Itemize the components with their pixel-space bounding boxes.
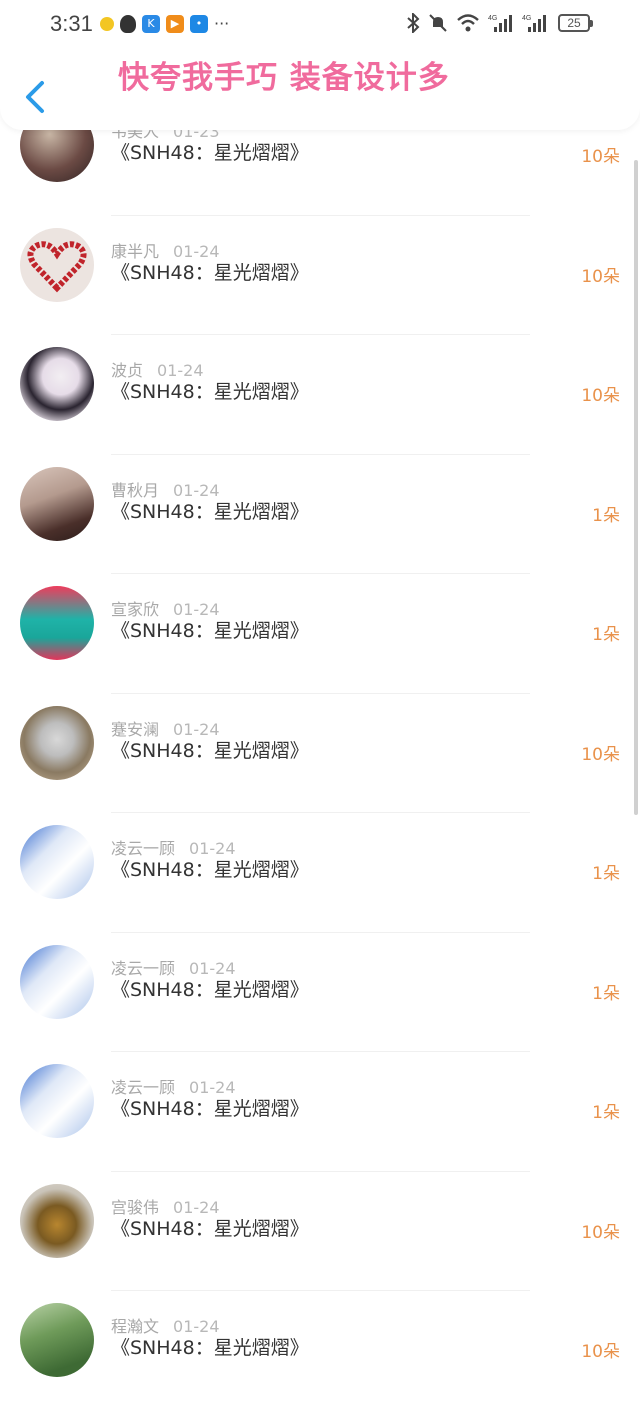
heart-icon — [27, 240, 87, 292]
avatar[interactable] — [20, 1064, 94, 1138]
status-bar: 3:31 K ▶ • ··· 4G 4G 25 — [0, 0, 640, 50]
gift-count: 1朵 — [592, 1103, 620, 1123]
book-title: 《SNH48：星光熠熠》 — [111, 978, 309, 1001]
mute-icon — [429, 14, 447, 32]
avatar[interactable] — [20, 586, 94, 660]
book-title: 《SNH48：星光熠熠》 — [111, 381, 309, 403]
status-time: 3:31 — [50, 11, 93, 36]
gift-count: 1朵 — [592, 864, 620, 884]
list-item[interactable]: 康半凡 01-24 《SNH48：星光熠熠》 10朵 — [0, 216, 640, 335]
gift-count: 10朵 — [581, 386, 620, 406]
list-item[interactable]: 宫骏伟 01-24 《SNH48：星光熠熠》 10朵 — [0, 1172, 640, 1291]
page-title: 快夸我手巧 装备设计多 — [118, 60, 450, 96]
avatar[interactable] — [20, 347, 94, 421]
battery-indicator: 25 — [558, 14, 593, 32]
gift-count: 1朵 — [592, 625, 620, 645]
avatar[interactable] — [20, 227, 94, 302]
list-item[interactable]: 凌云一顾 01-24 《SNH48：星光熠熠》 1朵 — [0, 933, 640, 1052]
gift-count: 10朵 — [581, 266, 620, 287]
tv-app-icon: • — [190, 15, 208, 33]
book-title: 《SNH48：星光熠熠》 — [111, 1098, 309, 1120]
gift-count: 10朵 — [581, 147, 620, 167]
book-title: 《SNH48：星光熠熠》 — [111, 1217, 309, 1240]
scrollbar[interactable] — [634, 160, 638, 815]
qq-icon — [120, 15, 136, 33]
list-item[interactable]: 凌云一顾 01-24 《SNH48：星光熠熠》 1朵 — [0, 1052, 640, 1172]
book-title: 《SNH48：星光熠熠》 — [111, 500, 309, 523]
gift-count: 1朵 — [592, 983, 620, 1004]
list-item[interactable]: 凌云一顾 01-24 《SNH48：星光熠熠》 1朵 — [0, 813, 640, 933]
list-item[interactable]: 波贞 01-24 《SNH48：星光熠熠》 10朵 — [0, 335, 640, 455]
back-icon[interactable] — [22, 80, 50, 114]
more-notifications: ··· — [214, 14, 230, 33]
wechat-icon — [100, 17, 114, 31]
book-title: 《SNH48：星光熠熠》 — [111, 1337, 309, 1359]
avatar[interactable] — [20, 705, 94, 780]
gift-count: 1朵 — [592, 505, 620, 526]
svg-text:4G: 4G — [522, 15, 531, 22]
wifi-icon — [457, 14, 479, 32]
signal-icon-1: 4G — [488, 15, 512, 32]
book-title: 《SNH48：星光熠熠》 — [111, 142, 309, 164]
avatar[interactable] — [20, 825, 94, 899]
notification-icons: K ▶ • ··· — [100, 13, 229, 35]
kugou-icon: K — [142, 15, 160, 33]
avatar[interactable] — [20, 944, 94, 1019]
avatar[interactable] — [20, 466, 94, 541]
book-title: 《SNH48：星光熠熠》 — [111, 739, 309, 762]
book-title: 《SNH48：星光熠熠》 — [111, 620, 309, 642]
bluetooth-icon — [407, 13, 420, 33]
avatar[interactable] — [20, 1303, 94, 1377]
list-item[interactable]: 蹇安澜 01-24 《SNH48：星光熠熠》 10朵 — [0, 694, 640, 813]
list-item[interactable]: 程瀚文 01-24 《SNH48：星光熠熠》 10朵 — [0, 1291, 640, 1411]
gift-list: 韦美人 01-23 《SNH48：星光熠熠》 10朵 康半凡 01-24 《SNH4… — [0, 108, 640, 1411]
system-icons: 4G 4G — [406, 13, 548, 33]
gift-count: 10朵 — [581, 1342, 620, 1362]
gift-count: 10朵 — [581, 1222, 620, 1243]
list-item[interactable]: 宣家欣 01-24 《SNH48：星光熠熠》 1朵 — [0, 574, 640, 694]
list-item[interactable]: 曹秋月 01-24 《SNH48：星光熠熠》 1朵 — [0, 455, 640, 574]
svg-text:4G: 4G — [488, 15, 497, 22]
book-title: 《SNH48：星光熠熠》 — [111, 261, 309, 284]
video-app-icon: ▶ — [166, 15, 184, 33]
book-title: 《SNH48：星光熠熠》 — [111, 859, 309, 881]
gift-count: 10朵 — [581, 744, 620, 765]
avatar[interactable] — [20, 1183, 94, 1258]
signal-icon-2: 4G — [522, 15, 546, 32]
